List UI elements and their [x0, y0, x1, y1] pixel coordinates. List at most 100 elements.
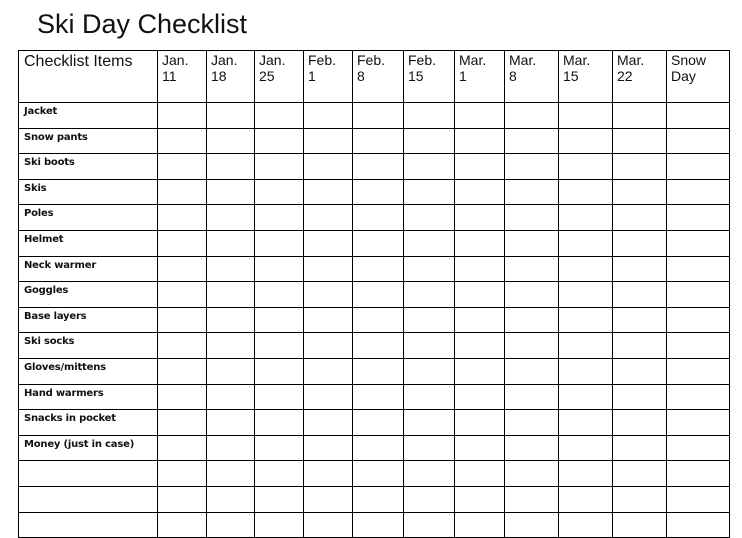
- check-cell[interactable]: [612, 178, 667, 206]
- check-cell[interactable]: [558, 229, 613, 257]
- check-cell[interactable]: [403, 306, 455, 334]
- check-cell[interactable]: [558, 460, 613, 487]
- check-cell[interactable]: [352, 255, 404, 283]
- check-cell[interactable]: [666, 306, 730, 334]
- check-cell[interactable]: [254, 153, 304, 180]
- check-cell[interactable]: [454, 127, 505, 155]
- check-cell[interactable]: [612, 229, 667, 257]
- check-cell[interactable]: [558, 357, 613, 385]
- check-cell[interactable]: [454, 229, 505, 257]
- check-cell[interactable]: [352, 229, 404, 257]
- check-cell[interactable]: [612, 434, 667, 462]
- check-cell[interactable]: [504, 306, 559, 334]
- check-cell[interactable]: [612, 357, 667, 385]
- check-cell[interactable]: [666, 485, 730, 513]
- check-cell[interactable]: [157, 511, 207, 538]
- check-cell[interactable]: [254, 102, 304, 129]
- check-cell[interactable]: [504, 281, 559, 308]
- check-cell[interactable]: [352, 460, 404, 487]
- check-cell[interactable]: [666, 511, 730, 538]
- check-cell[interactable]: [612, 153, 667, 180]
- check-cell[interactable]: [403, 178, 455, 206]
- check-cell[interactable]: [254, 281, 304, 308]
- check-cell[interactable]: [206, 255, 255, 283]
- check-cell[interactable]: [206, 332, 255, 359]
- check-cell[interactable]: [558, 434, 613, 462]
- check-cell[interactable]: [303, 383, 353, 411]
- check-cell[interactable]: [558, 281, 613, 308]
- check-cell[interactable]: [612, 204, 667, 231]
- check-cell[interactable]: [666, 153, 730, 180]
- check-cell[interactable]: [206, 281, 255, 308]
- check-cell[interactable]: [157, 434, 207, 462]
- check-cell[interactable]: [403, 102, 455, 129]
- check-cell[interactable]: [254, 127, 304, 155]
- check-cell[interactable]: [558, 178, 613, 206]
- check-cell[interactable]: [612, 306, 667, 334]
- check-cell[interactable]: [504, 102, 559, 129]
- check-cell[interactable]: [303, 204, 353, 231]
- check-cell[interactable]: [352, 281, 404, 308]
- check-cell[interactable]: [504, 460, 559, 487]
- check-cell[interactable]: [504, 229, 559, 257]
- check-cell[interactable]: [206, 434, 255, 462]
- check-cell[interactable]: [254, 511, 304, 538]
- check-cell[interactable]: [403, 485, 455, 513]
- check-cell[interactable]: [254, 229, 304, 257]
- check-cell[interactable]: [352, 204, 404, 231]
- check-cell[interactable]: [612, 383, 667, 411]
- check-cell[interactable]: [403, 511, 455, 538]
- check-cell[interactable]: [666, 332, 730, 359]
- check-cell[interactable]: [504, 204, 559, 231]
- check-cell[interactable]: [352, 153, 404, 180]
- check-cell[interactable]: [454, 383, 505, 411]
- check-cell[interactable]: [303, 460, 353, 487]
- check-cell[interactable]: [157, 127, 207, 155]
- check-cell[interactable]: [206, 229, 255, 257]
- check-cell[interactable]: [352, 102, 404, 129]
- check-cell[interactable]: [454, 357, 505, 385]
- check-cell[interactable]: [504, 383, 559, 411]
- check-cell[interactable]: [666, 357, 730, 385]
- check-cell[interactable]: [504, 511, 559, 538]
- check-cell[interactable]: [666, 383, 730, 411]
- check-cell[interactable]: [303, 102, 353, 129]
- check-cell[interactable]: [454, 485, 505, 513]
- check-cell[interactable]: [157, 332, 207, 359]
- check-cell[interactable]: [558, 204, 613, 231]
- check-cell[interactable]: [254, 383, 304, 411]
- check-cell[interactable]: [504, 357, 559, 385]
- check-cell[interactable]: [504, 434, 559, 462]
- check-cell[interactable]: [612, 409, 667, 436]
- check-cell[interactable]: [558, 153, 613, 180]
- check-cell[interactable]: [206, 460, 255, 487]
- check-cell[interactable]: [558, 511, 613, 538]
- check-cell[interactable]: [352, 127, 404, 155]
- check-cell[interactable]: [504, 409, 559, 436]
- check-cell[interactable]: [303, 127, 353, 155]
- check-cell[interactable]: [254, 178, 304, 206]
- blank-item-cell[interactable]: [18, 460, 158, 487]
- check-cell[interactable]: [454, 409, 505, 436]
- check-cell[interactable]: [558, 485, 613, 513]
- check-cell[interactable]: [254, 255, 304, 283]
- check-cell[interactable]: [206, 178, 255, 206]
- check-cell[interactable]: [254, 434, 304, 462]
- check-cell[interactable]: [206, 383, 255, 411]
- check-cell[interactable]: [157, 460, 207, 487]
- check-cell[interactable]: [157, 485, 207, 513]
- check-cell[interactable]: [206, 357, 255, 385]
- check-cell[interactable]: [612, 332, 667, 359]
- check-cell[interactable]: [504, 332, 559, 359]
- check-cell[interactable]: [612, 511, 667, 538]
- check-cell[interactable]: [558, 383, 613, 411]
- check-cell[interactable]: [666, 178, 730, 206]
- check-cell[interactable]: [504, 255, 559, 283]
- check-cell[interactable]: [454, 281, 505, 308]
- check-cell[interactable]: [612, 460, 667, 487]
- check-cell[interactable]: [666, 229, 730, 257]
- check-cell[interactable]: [352, 332, 404, 359]
- check-cell[interactable]: [303, 153, 353, 180]
- check-cell[interactable]: [666, 409, 730, 436]
- check-cell[interactable]: [612, 485, 667, 513]
